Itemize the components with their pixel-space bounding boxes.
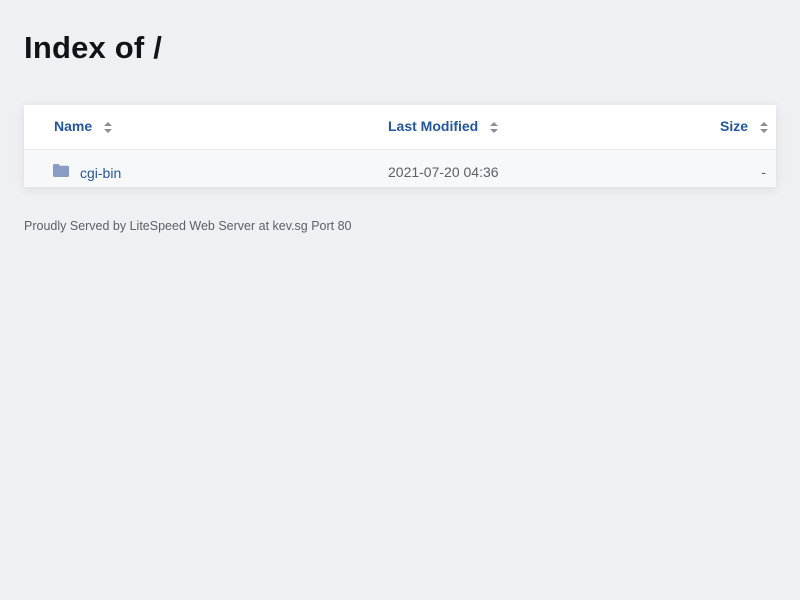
column-header-last-modified-label: Last Modified <box>388 118 479 134</box>
directory-listing-page: Index of / Name Last Modified Size cgi-b… <box>0 0 800 600</box>
sort-arrows-icon <box>104 122 113 133</box>
file-size: - <box>761 164 766 180</box>
table-row: cgi-bin 2021-07-20 04:36 - <box>24 150 776 187</box>
column-header-last-modified[interactable]: Last Modified <box>388 118 499 134</box>
column-header-size-label: Size <box>719 118 748 134</box>
folder-icon <box>53 164 69 177</box>
sort-arrows-icon <box>760 122 768 133</box>
column-header-name-label: Name <box>54 118 93 134</box>
table-header-row: Name Last Modified Size <box>24 105 776 150</box>
page-title: Index of / <box>24 30 163 65</box>
file-link-name[interactable]: cgi-bin <box>80 165 121 181</box>
column-header-size[interactable]: Size <box>720 118 768 134</box>
sort-arrows-icon <box>490 122 499 133</box>
column-header-name[interactable]: Name <box>54 118 113 134</box>
file-last-modified: 2021-07-20 04:36 <box>388 164 499 180</box>
server-footer: Proudly Served by LiteSpeed Web Server a… <box>24 219 352 233</box>
file-table: Name Last Modified Size cgi-bin 2021-07-… <box>24 105 776 187</box>
